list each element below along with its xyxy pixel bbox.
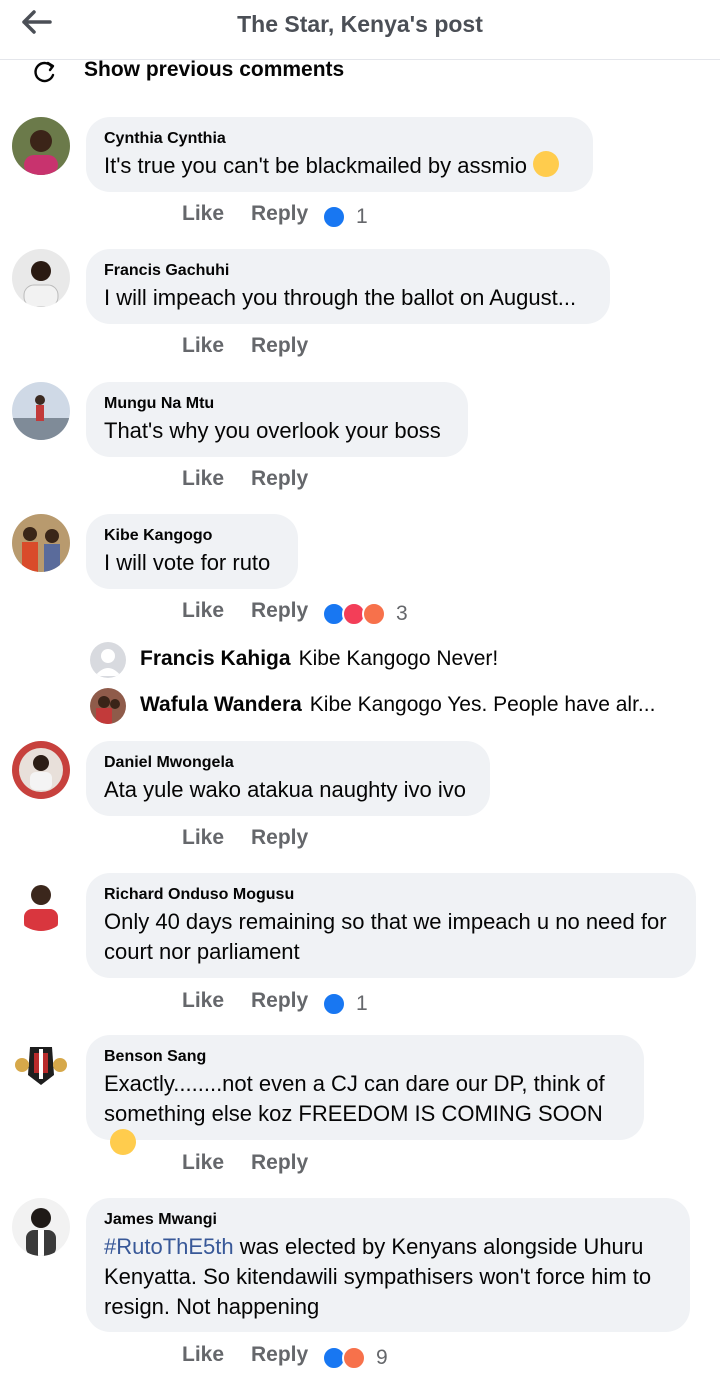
avatar[interactable] [90,688,126,724]
comment-text: It's true you can't be blackmailed by as… [104,151,575,181]
comment-text: Ata yule wako atakua naughty ivo ivo [104,777,467,802]
reaction-count: 1 [356,205,368,228]
reply-author[interactable]: Wafula Wandera [140,693,302,716]
angry-reaction-icon [342,1346,366,1370]
comment-author[interactable]: Cynthia Cynthia [104,129,575,149]
reactions[interactable]: 1 [322,205,368,229]
comment-bubble[interactable]: Richard Onduso Mogusu Only 40 days remai… [86,873,696,978]
comment-text: Exactly........not even a CJ can dare ou… [104,1069,626,1159]
avatar[interactable] [12,382,70,440]
comment-bubble[interactable]: Cynthia Cynthia It's true you can't be b… [86,117,593,192]
hashtag-link[interactable]: #RutoThE5th [104,1234,234,1259]
reply-text: Kibe Kangogo Yes. People have alr... [309,693,656,716]
comment-author[interactable]: Francis Gachuhi [104,261,592,281]
reply-button[interactable]: Reply [251,1343,308,1367]
like-button[interactable]: Like [182,467,224,491]
comment-bubble[interactable]: Daniel Mwongela Ata yule wako atakua nau… [86,741,490,816]
comment-text: That's why you overlook your boss [104,418,441,443]
header: The Star, Kenya's post [0,0,720,60]
comment-text: Only 40 days remaining so that we impeac… [104,909,667,964]
reply-button[interactable]: Reply [251,467,308,491]
avatar[interactable] [90,642,126,678]
comment-author[interactable]: Daniel Mwongela [104,753,472,773]
comment-author[interactable]: Mungu Na Mtu [104,394,450,414]
reactions[interactable]: 9 [322,1346,388,1370]
comment-bubble[interactable]: Mungu Na Mtu That's why you overlook you… [86,382,468,457]
like-reaction-icon [322,205,346,229]
reply-button[interactable]: Reply [251,826,308,850]
like-button[interactable]: Like [182,1343,224,1367]
avatar[interactable] [12,117,70,175]
reply-button[interactable]: Reply [251,989,308,1013]
like-button[interactable]: Like [182,1151,224,1175]
reply-text: Kibe Kangogo Never! [298,647,499,670]
angry-reaction-icon [362,602,386,626]
reaction-count: 1 [356,992,368,1015]
comment-author[interactable]: Benson Sang [104,1047,626,1067]
avatar[interactable] [12,249,70,307]
reaction-count: 9 [376,1346,388,1369]
comment-text: #RutoThE5th was elected by Kenyans along… [104,1234,652,1319]
comment-author[interactable]: Richard Onduso Mogusu [104,885,678,905]
show-previous-comments-label: Show previous comments [84,58,345,81]
reactions[interactable]: 3 [322,602,408,626]
thinking-face-icon [532,151,559,177]
refresh-icon [34,61,55,83]
reply-line: Francis Kahiga Kibe Kangogo Never! [140,647,498,671]
like-button[interactable]: Like [182,826,224,850]
reply-button[interactable]: Reply [251,202,308,226]
page-title: The Star, Kenya's post [237,11,483,37]
avatar[interactable] [12,514,70,572]
like-reaction-icon [322,992,346,1016]
reply-button[interactable]: Reply [251,1151,308,1175]
avatar[interactable] [12,741,70,799]
reply-button[interactable]: Reply [251,599,308,623]
reply-button[interactable]: Reply [251,334,308,358]
avatar[interactable] [12,1198,70,1256]
comment-bubble[interactable]: Kibe Kangogo I will vote for ruto [86,514,298,589]
comment-bubble[interactable]: Francis Gachuhi I will impeach you throu… [86,249,610,324]
reply-line: Wafula Wandera Kibe Kangogo Yes. People h… [140,693,655,717]
comment-bubble[interactable]: Benson Sang Exactly........not even a CJ… [86,1035,644,1155]
reply-author[interactable]: Francis Kahiga [140,647,291,670]
avatar[interactable] [12,873,70,931]
reactions[interactable]: 1 [322,992,368,1016]
avatar[interactable] [12,1035,70,1093]
comment-text: I will vote for ruto [104,550,271,575]
comment-text: I will impeach you through the ballot on… [104,285,577,310]
like-button[interactable]: Like [182,334,224,358]
like-button[interactable]: Like [182,202,224,226]
reaction-count: 3 [396,602,408,625]
comment-author[interactable]: James Mwangi [104,1210,672,1230]
comment-author[interactable]: Kibe Kangogo [104,526,280,546]
like-button[interactable]: Like [182,599,224,623]
raised-fist-icon [110,1129,136,1155]
comment-bubble[interactable]: James Mwangi #RutoThE5th was elected by … [86,1198,690,1332]
like-button[interactable]: Like [182,989,224,1013]
